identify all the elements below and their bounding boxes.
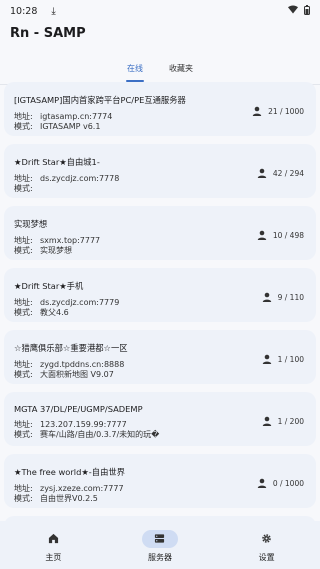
server-name: 实现梦想 (14, 219, 48, 229)
nav-home[interactable]: 主页 (13, 530, 93, 563)
wifi-icon (288, 5, 298, 17)
server-mode: 教父4.6 (40, 308, 69, 317)
tab-online[interactable]: 在线 (125, 59, 145, 82)
server-card[interactable]: MGTA 37/DL/PE/UGMP/SADEMP 地址: 123.207.159… (4, 392, 316, 446)
server-mode: 赛车/山路/自由/0.3.7/未知的玩� (40, 430, 160, 439)
address-label: 地址: (14, 112, 33, 121)
server-mode: IGTASAMP v6.1 (40, 122, 101, 131)
server-address: 123.207.159.99:7777 (40, 420, 127, 429)
person-icon (262, 416, 272, 426)
person-icon (257, 168, 267, 178)
server-address: ds.zycdjz.com:7778 (40, 174, 120, 183)
person-icon (257, 230, 267, 240)
person-icon (257, 478, 267, 488)
mode-label: 模式: (14, 370, 33, 379)
player-count: 1 / 100 (262, 354, 304, 364)
person-icon (252, 106, 262, 116)
address-label: 地址: (14, 484, 33, 493)
download-icon: ⤓ (51, 5, 56, 17)
player-count: 0 / 1000 (257, 478, 304, 488)
server-card[interactable]: 实现梦想 地址: sxmx.top:7777 模式: 实现梦想 10 / 498 (4, 206, 316, 260)
status-time: 10:28 (10, 5, 38, 17)
server-card[interactable]: ☆猎鹰俱乐部☆重要港都☆一区 地址: zygd.tpddns.cn:8888 模式… (4, 330, 316, 384)
server-card[interactable]: ★The free world★-自由世界 地址: zysj.xzeze.com:… (4, 454, 316, 508)
player-count: 9 / 110 (262, 292, 304, 302)
server-name: ★Drift Star★自由城1- (14, 157, 100, 167)
home-icon (35, 530, 71, 548)
player-count-value: 10 / 498 (272, 230, 304, 240)
person-icon (262, 354, 272, 364)
mode-label: 模式: (14, 122, 33, 131)
address-label: 地址: (14, 360, 33, 369)
server-address: ds.zycdjz.com:7779 (40, 298, 120, 307)
address-label: 地址: (14, 174, 33, 183)
player-count-value: 42 / 294 (272, 168, 304, 178)
server-address: zygd.tpddns.cn:8888 (40, 360, 125, 369)
player-count-value: 21 / 1000 (268, 106, 304, 116)
nav-servers[interactable]: 服务器 (120, 529, 200, 563)
address-label: 地址: (14, 298, 33, 307)
server-name: ★Drift Star★手机 (14, 281, 84, 291)
player-count: 10 / 498 (257, 230, 304, 240)
nav-settings-label: 设置 (258, 552, 275, 562)
status-bar: 10:28 ⤓ (0, 0, 320, 22)
mode-label: 模式: (14, 494, 33, 503)
mode-label: 模式: (14, 308, 33, 317)
server-mode: 大面积新地图 V9.07 (40, 370, 114, 379)
mode-label: 模式: (14, 246, 33, 255)
server-name: [IGTASAMP]国内首家跨平台PC/PE互通服务器 (14, 95, 186, 105)
nav-settings[interactable]: 设置 (227, 530, 307, 563)
battery-icon (304, 4, 310, 18)
player-count-value: 9 / 110 (277, 292, 304, 302)
app-title: Rn - SAMP (10, 26, 86, 41)
person-icon (262, 292, 272, 302)
tab-favorites[interactable]: 收藏夹 (167, 59, 195, 78)
nav-servers-label: 服务器 (147, 552, 172, 562)
server-card[interactable]: ★Drift Star★自由城1- 地址: ds.zycdjz.com:7778 … (4, 144, 316, 198)
server-mode: 自由世界V0.2.5 (40, 494, 98, 503)
mode-label: 模式: (14, 430, 33, 439)
server-name: ★The free world★-自由世界 (14, 467, 125, 477)
server-address: igtasamp.cn:7774 (40, 112, 113, 121)
server-name: MGTA 37/DL/PE/UGMP/SADEMP (14, 404, 143, 414)
server-name: ☆猎鹰俱乐部☆重要港都☆一区 (14, 343, 128, 353)
nav-home-label: 主页 (45, 552, 62, 562)
player-count: 42 / 294 (257, 168, 304, 178)
tab-bar: 在线 收藏夹 (0, 52, 320, 84)
player-count-value: 1 / 200 (277, 416, 304, 426)
mode-label: 模式: (14, 184, 33, 193)
address-label: 地址: (14, 236, 33, 245)
bottom-nav: 主页 服务器 设置 (0, 521, 320, 569)
server-address: sxmx.top:7777 (40, 236, 101, 245)
server-card[interactable]: ★Drift Star★手机 地址: ds.zycdjz.com:7779 模式:… (4, 268, 316, 322)
gear-icon (249, 530, 285, 548)
player-count: 21 / 1000 (252, 106, 304, 116)
server-list[interactable]: [IGTASAMP]国内首家跨平台PC/PE互通服务器 地址: igtasamp.… (0, 82, 320, 521)
player-count-value: 0 / 1000 (272, 478, 304, 488)
server-icon (141, 529, 178, 548)
server-mode: 实现梦想 (40, 246, 72, 255)
player-count-value: 1 / 100 (277, 354, 304, 364)
server-card[interactable]: [IGTASAMP]国内首家跨平台PC/PE互通服务器 地址: igtasamp.… (4, 82, 316, 136)
server-address: zysj.xzeze.com:7777 (40, 484, 124, 493)
address-label: 地址: (14, 420, 33, 429)
player-count: 1 / 200 (262, 416, 304, 426)
